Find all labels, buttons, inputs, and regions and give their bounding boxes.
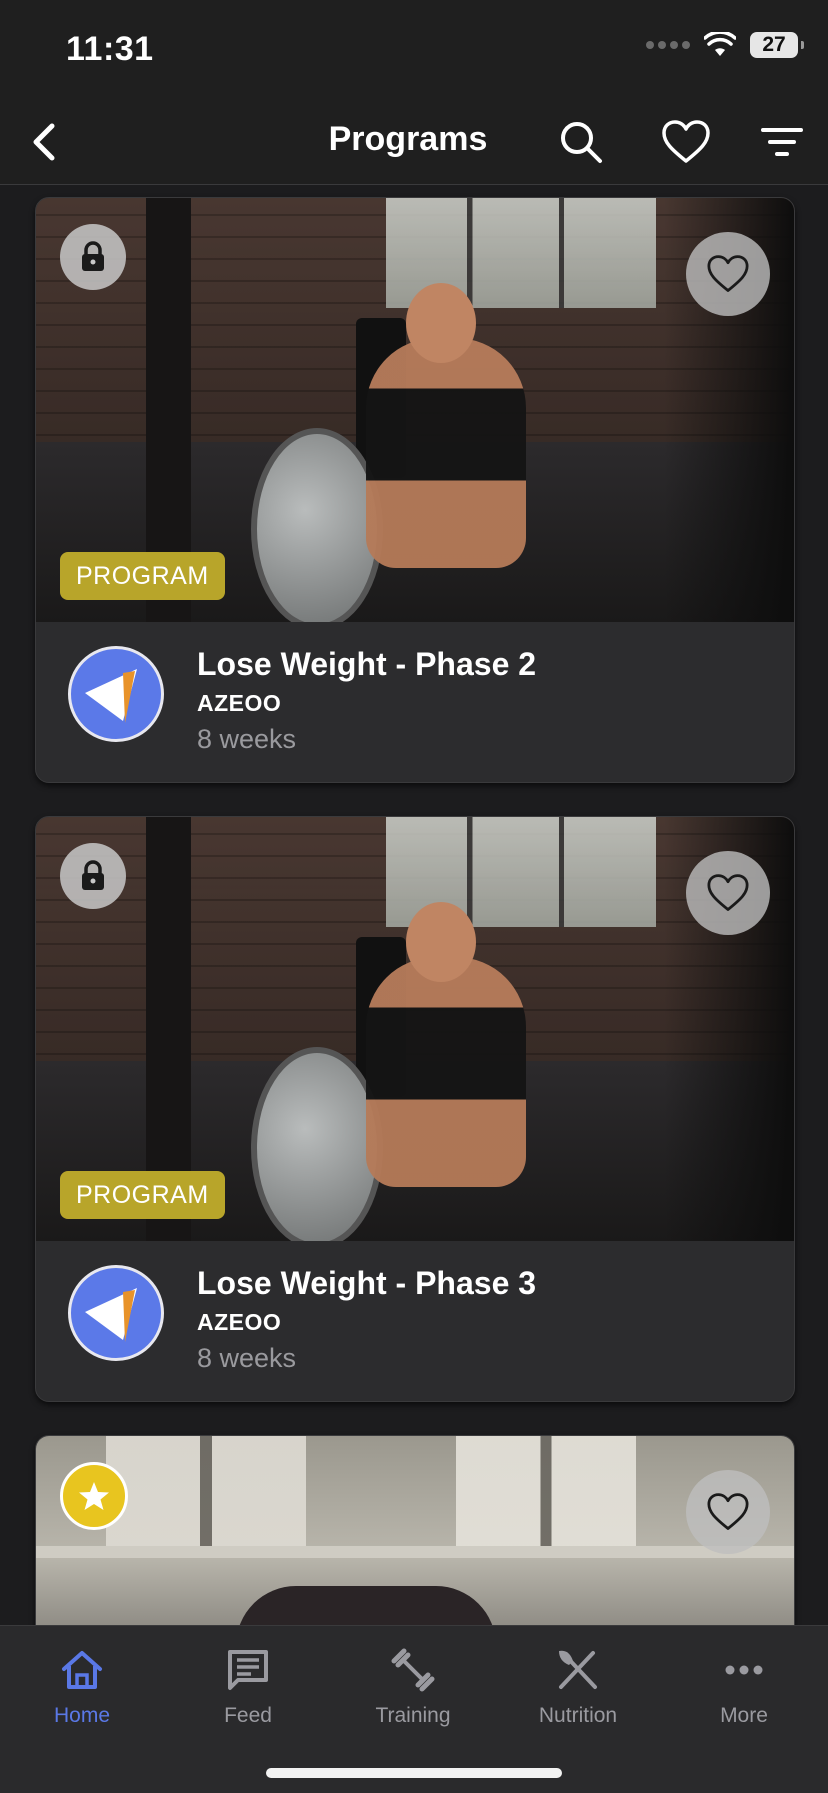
home-indicator[interactable] bbox=[266, 1768, 562, 1778]
feed-icon bbox=[228, 1650, 268, 1690]
tab-bar: Home Feed Training Nutrition More bbox=[0, 1625, 828, 1793]
programs-list[interactable]: PROGRAM Lose Weight - Phase 2 AZEOO 8 we… bbox=[0, 185, 828, 1625]
program-card[interactable]: PROGRAM Lose Weight - Phase 3 AZEOO 8 we… bbox=[35, 816, 795, 1402]
tab-feed[interactable]: Feed bbox=[178, 1644, 318, 1728]
program-image: PROGRAM bbox=[36, 817, 794, 1241]
dumbbell-icon bbox=[391, 1648, 435, 1692]
filter-icon bbox=[761, 128, 803, 156]
filter-button[interactable] bbox=[756, 116, 808, 168]
tab-label: More bbox=[720, 1704, 768, 1727]
cellular-signal-icon bbox=[646, 41, 690, 49]
fork-knife-icon bbox=[559, 1650, 597, 1689]
program-image bbox=[36, 1436, 794, 1625]
tab-label: Home bbox=[53, 1704, 111, 1727]
lock-badge bbox=[60, 843, 126, 909]
lock-icon bbox=[82, 860, 104, 890]
program-image: PROGRAM bbox=[36, 198, 794, 622]
program-duration: 8 weeks bbox=[197, 724, 297, 754]
more-dots-icon bbox=[725, 1665, 763, 1675]
tab-label: Training bbox=[375, 1704, 451, 1727]
lock-badge bbox=[60, 224, 126, 290]
tab-home[interactable]: Home bbox=[12, 1644, 152, 1728]
favorites-button[interactable] bbox=[660, 116, 712, 168]
program-author: AZEOO bbox=[197, 1309, 282, 1335]
wifi-icon bbox=[704, 32, 736, 56]
tab-nutrition[interactable]: Nutrition bbox=[508, 1644, 648, 1728]
star-icon bbox=[79, 1482, 109, 1510]
navigation-bar: Programs bbox=[0, 100, 828, 185]
program-info: Lose Weight - Phase 3 AZEOO 8 weeks bbox=[36, 1241, 794, 1401]
azeoo-logo bbox=[68, 1265, 164, 1361]
lock-icon bbox=[82, 241, 104, 271]
program-info: Lose Weight - Phase 2 AZEOO 8 weeks bbox=[36, 622, 794, 782]
heart-icon bbox=[662, 120, 710, 163]
featured-badge bbox=[60, 1462, 128, 1530]
program-tag: PROGRAM bbox=[60, 1171, 225, 1219]
tab-training[interactable]: Training bbox=[343, 1644, 483, 1728]
status-bar: 11:31 27 bbox=[0, 0, 828, 100]
program-card[interactable]: PROGRAM Lose Weight - Phase 2 AZEOO 8 we… bbox=[35, 197, 795, 783]
azeoo-logo bbox=[68, 646, 164, 742]
favorite-toggle[interactable] bbox=[686, 1470, 770, 1554]
tab-label: Nutrition bbox=[538, 1704, 618, 1727]
program-card[interactable] bbox=[35, 1435, 795, 1625]
tab-more[interactable]: More bbox=[674, 1644, 814, 1728]
program-title: Lose Weight - Phase 2 bbox=[197, 646, 537, 682]
heart-icon bbox=[707, 874, 749, 911]
search-button[interactable] bbox=[555, 116, 607, 168]
status-indicators: 27 bbox=[646, 32, 804, 58]
favorite-toggle[interactable] bbox=[686, 851, 770, 935]
home-icon bbox=[62, 1651, 102, 1689]
heart-icon bbox=[707, 1493, 749, 1530]
tab-label: Feed bbox=[224, 1704, 272, 1727]
program-title: Lose Weight - Phase 3 bbox=[197, 1265, 537, 1301]
program-author: AZEOO bbox=[197, 690, 282, 716]
status-time: 11:31 bbox=[66, 30, 154, 68]
program-duration: 8 weeks bbox=[197, 1343, 297, 1373]
favorite-toggle[interactable] bbox=[686, 232, 770, 316]
heart-icon bbox=[707, 255, 749, 292]
search-icon bbox=[561, 122, 602, 163]
battery-indicator: 27 bbox=[750, 32, 804, 58]
program-tag: PROGRAM bbox=[60, 552, 225, 600]
